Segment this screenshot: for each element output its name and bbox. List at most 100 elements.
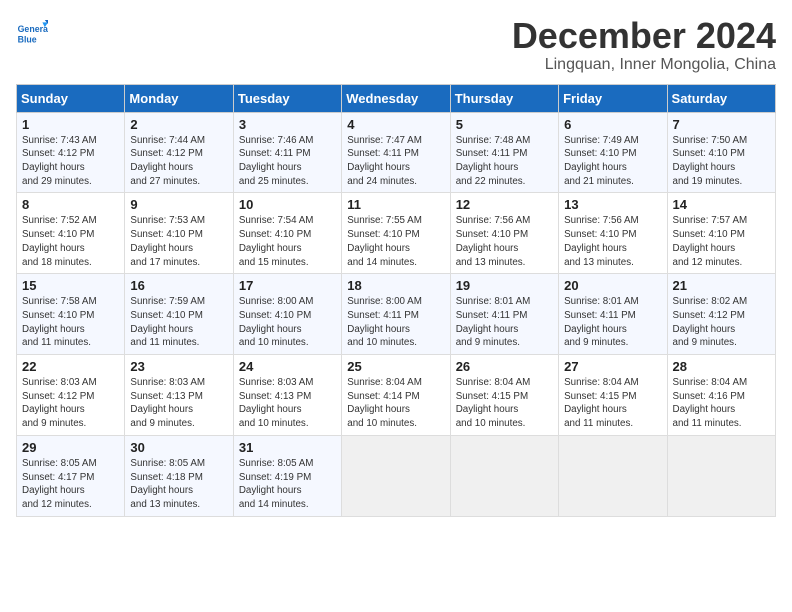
day-info: Sunrise: 7:55 AMSunset: 4:10 PMDaylight … — [347, 215, 422, 267]
day-info: Sunrise: 8:01 AMSunset: 4:11 PMDaylight … — [564, 296, 639, 348]
calendar-cell — [342, 435, 450, 516]
calendar-cell: 24 Sunrise: 8:03 AMSunset: 4:13 PMDaylig… — [233, 355, 341, 436]
calendar-cell: 25 Sunrise: 8:04 AMSunset: 4:14 PMDaylig… — [342, 355, 450, 436]
day-number: 16 — [130, 278, 227, 293]
calendar-week-5: 29 Sunrise: 8:05 AMSunset: 4:17 PMDaylig… — [17, 435, 776, 516]
day-info: Sunrise: 7:58 AMSunset: 4:10 PMDaylight … — [22, 296, 97, 348]
day-number: 28 — [673, 359, 770, 374]
weekday-header-row: SundayMondayTuesdayWednesdayThursdayFrid… — [17, 84, 776, 112]
calendar-cell: 15 Sunrise: 7:58 AMSunset: 4:10 PMDaylig… — [17, 274, 125, 355]
day-number: 5 — [456, 117, 553, 132]
day-number: 15 — [22, 278, 119, 293]
day-info: Sunrise: 8:04 AMSunset: 4:16 PMDaylight … — [673, 377, 748, 429]
day-number: 21 — [673, 278, 770, 293]
location-title: Lingquan, Inner Mongolia, China — [512, 56, 776, 74]
day-number: 23 — [130, 359, 227, 374]
day-info: Sunrise: 8:04 AMSunset: 4:15 PMDaylight … — [564, 377, 639, 429]
day-info: Sunrise: 7:56 AMSunset: 4:10 PMDaylight … — [564, 215, 639, 267]
calendar-cell: 8 Sunrise: 7:52 AMSunset: 4:10 PMDayligh… — [17, 193, 125, 274]
day-number: 6 — [564, 117, 661, 132]
day-info: Sunrise: 8:02 AMSunset: 4:12 PMDaylight … — [673, 296, 748, 348]
svg-text:Blue: Blue — [18, 34, 37, 44]
logo-icon: General Blue — [16, 16, 48, 48]
day-info: Sunrise: 7:52 AMSunset: 4:10 PMDaylight … — [22, 215, 97, 267]
day-info: Sunrise: 7:47 AMSunset: 4:11 PMDaylight … — [347, 135, 422, 187]
weekday-header-wednesday: Wednesday — [342, 84, 450, 112]
day-number: 8 — [22, 197, 119, 212]
day-info: Sunrise: 7:57 AMSunset: 4:10 PMDaylight … — [673, 215, 748, 267]
calendar-cell: 20 Sunrise: 8:01 AMSunset: 4:11 PMDaylig… — [559, 274, 667, 355]
calendar-cell: 26 Sunrise: 8:04 AMSunset: 4:15 PMDaylig… — [450, 355, 558, 436]
calendar-cell: 5 Sunrise: 7:48 AMSunset: 4:11 PMDayligh… — [450, 112, 558, 193]
day-number: 22 — [22, 359, 119, 374]
calendar-week-3: 15 Sunrise: 7:58 AMSunset: 4:10 PMDaylig… — [17, 274, 776, 355]
calendar-cell: 28 Sunrise: 8:04 AMSunset: 4:16 PMDaylig… — [667, 355, 775, 436]
calendar-cell: 17 Sunrise: 8:00 AMSunset: 4:10 PMDaylig… — [233, 274, 341, 355]
day-info: Sunrise: 7:54 AMSunset: 4:10 PMDaylight … — [239, 215, 314, 267]
weekday-header-monday: Monday — [125, 84, 233, 112]
day-info: Sunrise: 8:05 AMSunset: 4:19 PMDaylight … — [239, 458, 314, 510]
day-number: 11 — [347, 197, 444, 212]
day-number: 14 — [673, 197, 770, 212]
day-info: Sunrise: 8:03 AMSunset: 4:12 PMDaylight … — [22, 377, 97, 429]
weekday-header-tuesday: Tuesday — [233, 84, 341, 112]
calendar-cell — [450, 435, 558, 516]
day-info: Sunrise: 7:46 AMSunset: 4:11 PMDaylight … — [239, 135, 314, 187]
calendar-cell: 10 Sunrise: 7:54 AMSunset: 4:10 PMDaylig… — [233, 193, 341, 274]
day-number: 12 — [456, 197, 553, 212]
logo: General Blue — [16, 16, 48, 48]
calendar-cell: 9 Sunrise: 7:53 AMSunset: 4:10 PMDayligh… — [125, 193, 233, 274]
day-number: 3 — [239, 117, 336, 132]
calendar-cell: 27 Sunrise: 8:04 AMSunset: 4:15 PMDaylig… — [559, 355, 667, 436]
day-number: 25 — [347, 359, 444, 374]
calendar-week-2: 8 Sunrise: 7:52 AMSunset: 4:10 PMDayligh… — [17, 193, 776, 274]
day-number: 18 — [347, 278, 444, 293]
calendar-cell: 19 Sunrise: 8:01 AMSunset: 4:11 PMDaylig… — [450, 274, 558, 355]
weekday-header-thursday: Thursday — [450, 84, 558, 112]
day-info: Sunrise: 8:01 AMSunset: 4:11 PMDaylight … — [456, 296, 531, 348]
day-number: 30 — [130, 440, 227, 455]
calendar-table: SundayMondayTuesdayWednesdayThursdayFrid… — [16, 84, 776, 517]
calendar-cell: 6 Sunrise: 7:49 AMSunset: 4:10 PMDayligh… — [559, 112, 667, 193]
calendar-cell: 14 Sunrise: 7:57 AMSunset: 4:10 PMDaylig… — [667, 193, 775, 274]
calendar-cell: 1 Sunrise: 7:43 AMSunset: 4:12 PMDayligh… — [17, 112, 125, 193]
calendar-cell: 21 Sunrise: 8:02 AMSunset: 4:12 PMDaylig… — [667, 274, 775, 355]
day-info: Sunrise: 8:03 AMSunset: 4:13 PMDaylight … — [130, 377, 205, 429]
day-number: 10 — [239, 197, 336, 212]
day-number: 2 — [130, 117, 227, 132]
day-number: 17 — [239, 278, 336, 293]
day-number: 9 — [130, 197, 227, 212]
day-info: Sunrise: 7:59 AMSunset: 4:10 PMDaylight … — [130, 296, 205, 348]
day-number: 29 — [22, 440, 119, 455]
day-number: 4 — [347, 117, 444, 132]
day-number: 27 — [564, 359, 661, 374]
day-info: Sunrise: 8:05 AMSunset: 4:18 PMDaylight … — [130, 458, 205, 510]
calendar-cell: 12 Sunrise: 7:56 AMSunset: 4:10 PMDaylig… — [450, 193, 558, 274]
weekday-header-friday: Friday — [559, 84, 667, 112]
calendar-week-4: 22 Sunrise: 8:03 AMSunset: 4:12 PMDaylig… — [17, 355, 776, 436]
day-number: 19 — [456, 278, 553, 293]
calendar-cell: 23 Sunrise: 8:03 AMSunset: 4:13 PMDaylig… — [125, 355, 233, 436]
day-number: 20 — [564, 278, 661, 293]
day-info: Sunrise: 7:48 AMSunset: 4:11 PMDaylight … — [456, 135, 531, 187]
day-info: Sunrise: 8:03 AMSunset: 4:13 PMDaylight … — [239, 377, 314, 429]
calendar-cell — [667, 435, 775, 516]
calendar-cell — [559, 435, 667, 516]
weekday-header-sunday: Sunday — [17, 84, 125, 112]
day-number: 13 — [564, 197, 661, 212]
calendar-cell: 3 Sunrise: 7:46 AMSunset: 4:11 PMDayligh… — [233, 112, 341, 193]
month-title: December 2024 — [512, 16, 776, 56]
calendar-cell: 31 Sunrise: 8:05 AMSunset: 4:19 PMDaylig… — [233, 435, 341, 516]
calendar-cell: 11 Sunrise: 7:55 AMSunset: 4:10 PMDaylig… — [342, 193, 450, 274]
calendar-week-1: 1 Sunrise: 7:43 AMSunset: 4:12 PMDayligh… — [17, 112, 776, 193]
day-info: Sunrise: 7:49 AMSunset: 4:10 PMDaylight … — [564, 135, 639, 187]
calendar-cell: 18 Sunrise: 8:00 AMSunset: 4:11 PMDaylig… — [342, 274, 450, 355]
weekday-header-saturday: Saturday — [667, 84, 775, 112]
calendar-cell: 16 Sunrise: 7:59 AMSunset: 4:10 PMDaylig… — [125, 274, 233, 355]
day-info: Sunrise: 8:04 AMSunset: 4:14 PMDaylight … — [347, 377, 422, 429]
day-info: Sunrise: 7:50 AMSunset: 4:10 PMDaylight … — [673, 135, 748, 187]
calendar-cell: 7 Sunrise: 7:50 AMSunset: 4:10 PMDayligh… — [667, 112, 775, 193]
day-info: Sunrise: 8:00 AMSunset: 4:11 PMDaylight … — [347, 296, 422, 348]
day-info: Sunrise: 8:04 AMSunset: 4:15 PMDaylight … — [456, 377, 531, 429]
svg-text:General: General — [18, 24, 48, 34]
